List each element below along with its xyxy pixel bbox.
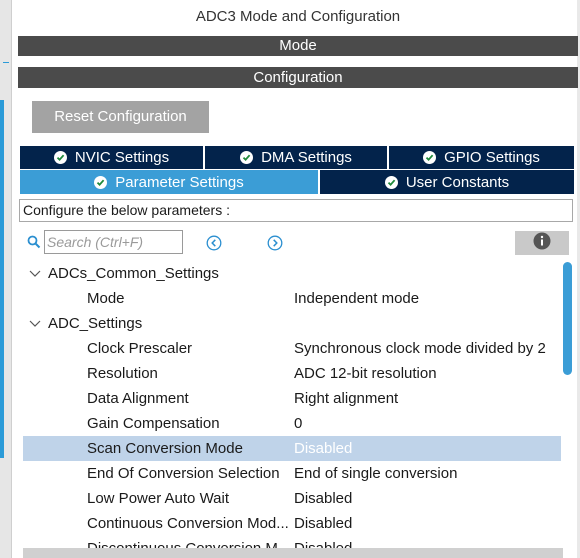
check-circle-icon [94,175,108,189]
tree-row[interactable]: Resolution ADC 12-bit resolution [23,361,561,386]
search-icon[interactable] [27,235,41,254]
tree-row[interactable]: Gain Compensation 0 [23,411,561,436]
tree-row[interactable]: Low Power Auto Wait Disabled [23,486,561,511]
vertical-scrollbar-thumb[interactable] [563,262,572,375]
tree-group-label: ADC_Settings [48,315,143,332]
param-name: Clock Prescaler [87,340,193,357]
tree-row[interactable]: Mode Independent mode [23,286,561,311]
param-name: Low Power Auto Wait [87,490,230,507]
left-panel-line [3,62,9,63]
tree-row[interactable]: Clock Prescaler Synchronous clock mode d… [23,336,561,361]
horizontal-scrollbar[interactable] [23,548,563,558]
param-value: 0 [294,415,303,432]
tab-user-constants[interactable]: User Constants [320,170,574,194]
param-name: Continuous Conversion Mod... [87,515,289,532]
tab-gpio-settings[interactable]: GPIO Settings [389,146,574,169]
param-value: Synchronous clock mode divided by 2 [294,340,546,357]
check-circle-icon [423,151,437,164]
param-value: Disabled [294,515,353,532]
search-input[interactable] [44,230,183,254]
panel-title: ADC3 Mode and Configuration [195,8,401,25]
tab-label: Parameter Settings [115,173,244,191]
tab-label: DMA Settings [261,149,352,166]
tree-group-label: ADCs_Common_Settings [48,265,219,282]
configuration-header[interactable]: Configuration [18,67,578,88]
info-button[interactable] [515,231,569,255]
mode-header[interactable]: Mode [18,36,578,56]
tree-row[interactable]: Continuous Conversion Mod... Disabled [23,511,561,536]
param-name: Mode [87,290,125,307]
tab-nvic-settings[interactable]: NVIC Settings [20,146,203,169]
tab-label: GPIO Settings [444,149,540,166]
check-circle-icon [53,151,67,164]
left-side-panel [0,0,12,558]
param-name: Data Alignment [87,390,189,407]
param-value: Right alignment [294,390,399,407]
param-name: Scan Conversion Mode [87,440,243,457]
param-value[interactable]: Disabled [294,436,352,461]
tree-row-selected[interactable]: Scan Conversion Mode Disabled [23,436,561,461]
configure-parameters-label: Configure the below parameters : [19,199,573,222]
tree-row[interactable]: End Of Conversion Selection End of singl… [23,461,561,486]
chevron-down-icon[interactable] [28,261,42,286]
param-name: End Of Conversion Selection [87,465,280,482]
check-circle-icon [240,151,254,164]
reset-configuration-button[interactable]: Reset Configuration [32,101,209,133]
chevron-down-icon[interactable] [28,311,42,336]
tree-group-adc-settings[interactable]: ADC_Settings [23,311,561,336]
param-name: Resolution [87,365,158,382]
tab-label: NVIC Settings [74,149,170,166]
param-name: Gain Compensation [87,415,220,432]
search-next-icon[interactable] [267,235,283,251]
param-value: ADC 12-bit resolution [294,365,437,382]
tree-group-adcs-common-settings[interactable]: ADCs_Common_Settings [23,261,561,286]
left-panel-accent [0,100,4,458]
param-value: Independent mode [294,290,420,307]
tab-dma-settings[interactable]: DMA Settings [205,146,387,169]
tree-row[interactable]: Data Alignment Right alignment [23,386,561,411]
parameter-tree[interactable]: ADCs_Common_Settings Mode Independent mo… [23,260,561,558]
check-circle-icon [384,175,398,189]
param-value: End of single conversion [294,465,458,482]
param-value: Disabled [294,490,353,507]
search-previous-icon[interactable] [206,235,222,251]
tab-parameter-settings[interactable]: Parameter Settings [20,170,318,194]
info-icon [533,232,551,255]
tab-label: User Constants [405,173,510,191]
